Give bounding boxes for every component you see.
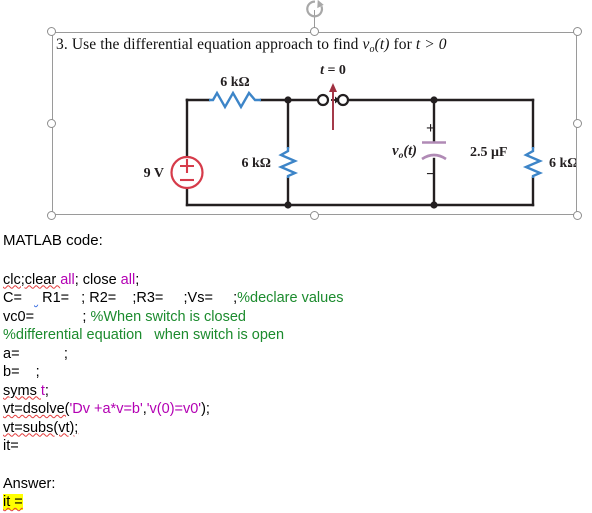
answer-value-line: it = xyxy=(3,493,592,512)
answer-value: it = xyxy=(3,494,23,510)
line-vc0: vc0= ; %When switch is closed xyxy=(3,308,246,325)
resize-handle-middle-right[interactable] xyxy=(573,118,582,128)
code-lines-container[interactable]: clc;clear all; close all; C= R1= ; R2= ;R… xyxy=(3,271,592,456)
line-subs: vt=subs(vt); xyxy=(3,419,79,436)
line-values: C= R1= ; R2= ;R3= ;Vs= ;%declare values xyxy=(3,290,344,306)
line-it: it= xyxy=(3,438,19,454)
matlab-code-heading: MATLAB code: xyxy=(3,232,103,249)
resize-handle-top-right[interactable] xyxy=(573,27,582,36)
line-b: b= ; xyxy=(3,364,40,380)
answer-heading: Answer: xyxy=(3,475,56,492)
resize-handle-bottom-right[interactable] xyxy=(573,211,582,220)
resize-handle-middle-left[interactable] xyxy=(47,118,56,128)
rotate-handle-icon[interactable] xyxy=(304,0,326,20)
matlab-code-block[interactable]: MATLAB code: clc;clear all; close all; C=… xyxy=(3,232,592,512)
line-syms: syms t; xyxy=(3,382,49,399)
line-a: a= ; xyxy=(3,345,68,362)
resize-handle-bottom-center[interactable] xyxy=(309,211,319,220)
resize-handle-bottom-left[interactable] xyxy=(47,211,56,220)
line-dsolve: vt=dsolve('Dv +a*v=b','v(0)=v0'); xyxy=(3,401,210,417)
line-diffeq: %differential equation when switch is op… xyxy=(3,327,285,343)
line-clc: clc;clear all; close all; xyxy=(3,271,140,288)
resize-handle-top-center[interactable] xyxy=(309,27,319,36)
resize-handle-top-left[interactable] xyxy=(47,27,56,36)
selected-picture-frame[interactable] xyxy=(47,0,582,220)
